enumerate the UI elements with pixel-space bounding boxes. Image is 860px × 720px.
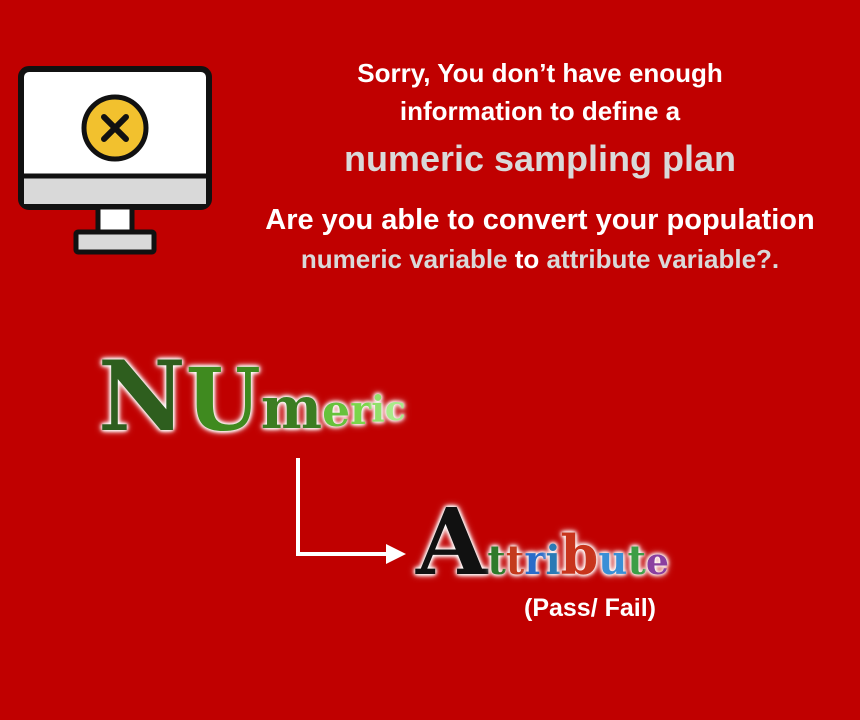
arrow-right-icon bbox=[296, 458, 406, 564]
numeric-letter: m bbox=[260, 374, 323, 442]
attribute-letter: e bbox=[645, 541, 669, 583]
monitor-error-icon bbox=[18, 66, 212, 255]
numeric-letter: c bbox=[384, 389, 406, 429]
sampling-plan-heading: numeric sampling plan bbox=[343, 138, 737, 179]
question-line-1: Are you able to convert your population bbox=[265, 204, 815, 236]
attribute-letter: A bbox=[416, 488, 488, 596]
question-line-2: numeric variable to attribute variable?. bbox=[230, 244, 850, 275]
numeric-letter: e bbox=[322, 386, 351, 437]
numeric-letter: r bbox=[350, 387, 372, 434]
connector-text: to bbox=[507, 244, 547, 274]
attribute-word-art: Attribute bbox=[416, 488, 669, 596]
close-icon bbox=[81, 94, 149, 162]
error-message-line-2: information to define a bbox=[399, 96, 681, 126]
numeric-word-art: NUmeric bbox=[98, 340, 406, 453]
attribute-letter: t bbox=[505, 537, 525, 584]
numeric-letter: i bbox=[371, 389, 385, 431]
numeric-variable-text: numeric variable bbox=[300, 244, 508, 274]
attribute-letter: r bbox=[524, 537, 546, 584]
attribute-letter: t bbox=[627, 537, 646, 584]
error-message-line-1: Sorry, You don’t have enough bbox=[357, 58, 723, 88]
attribute-variable-text: attribute variable?. bbox=[546, 244, 780, 274]
numeric-letter: N bbox=[98, 340, 186, 453]
numeric-letter: U bbox=[185, 350, 261, 451]
pass-fail-label: (Pass/ Fail) bbox=[524, 594, 656, 622]
attribute-letter: i bbox=[545, 537, 561, 584]
attribute-letter: b bbox=[560, 523, 599, 587]
attribute-letter: t bbox=[487, 537, 506, 584]
attribute-letter: u bbox=[598, 537, 628, 584]
